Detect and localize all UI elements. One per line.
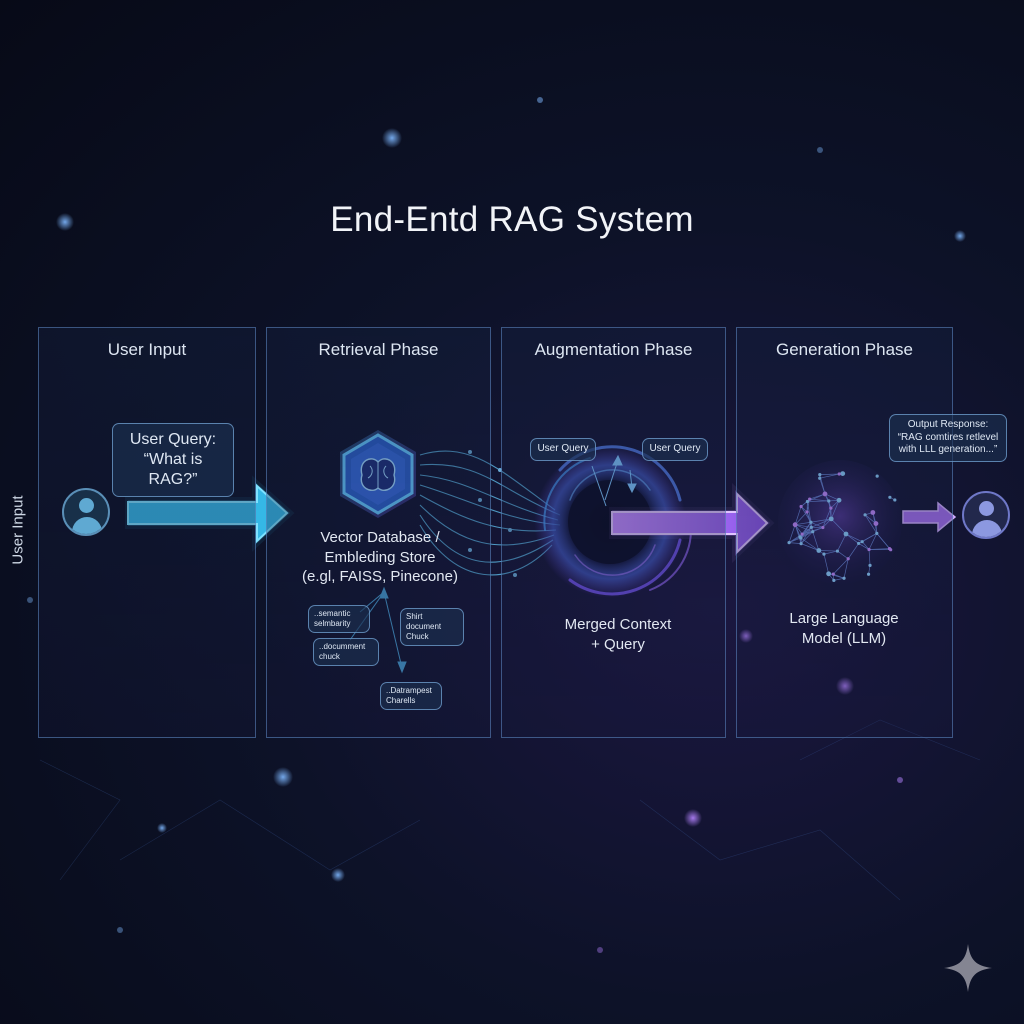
chunk-line: Charells — [386, 696, 416, 705]
diagram-title: End-Entd RAG System — [330, 200, 694, 239]
chunk-relevant-channels: ..Datrampest Charells — [380, 682, 442, 710]
vector-db-line3: (e.gl, FAISS, Pinecone) — [302, 568, 458, 585]
output-user-avatar-icon — [962, 491, 1010, 539]
chunk-document-chunk: ..documment chuck — [313, 638, 379, 666]
chunk-line: chuck — [319, 652, 340, 661]
panel-title-generation: Generation Phase — [775, 340, 914, 359]
chunk-line: ..semantic — [314, 609, 351, 618]
panel-generation — [736, 327, 953, 738]
chunk-semantic-similarity: ..semantic selmbarity — [308, 605, 370, 633]
side-user-input-label: User Input — [9, 495, 27, 565]
panel-augmentation — [501, 327, 726, 738]
output-label: Output Response: — [907, 419, 989, 430]
panel-title-user-input: User Input — [107, 340, 187, 359]
chunk-line: ..Datrampest — [386, 686, 432, 695]
merged-line2: + Query — [591, 635, 645, 653]
vector-db-caption: Vector Database / Embleding Store (e.gl,… — [290, 528, 470, 587]
llm-line1: Large Language — [789, 610, 899, 627]
panel-title-augmentation: Augmentation Phase — [534, 340, 693, 359]
user-avatar-icon — [62, 488, 110, 536]
output-response-bubble: Output Response: “RAG comtires retlevel … — [889, 414, 1007, 462]
user-query-text: “What is RAG?” — [143, 451, 203, 488]
chunk-line: selmbarity — [314, 619, 351, 628]
vector-db-line1: Vector Database / — [320, 529, 440, 546]
output-text-line2: “RAG comtires retlevel — [897, 431, 999, 443]
sparkle-icon — [944, 944, 992, 992]
user-query-label: User Query: — [129, 431, 217, 448]
vector-db-line2: Embleding Store — [324, 548, 436, 566]
output-text-line3: with LLL generation...” — [898, 444, 998, 455]
panel-user-input — [38, 327, 256, 738]
merged-context-caption: Merged Context + Query — [528, 615, 708, 654]
panel-title-retrieval: Retrieval Phase — [318, 340, 439, 359]
user-query-bubble: User Query: “What is RAG?” — [112, 423, 234, 497]
augmentation-user-query-right: User Query — [642, 438, 708, 461]
merged-line1: Merged Context — [564, 616, 672, 633]
chunk-line: Shirt document — [406, 612, 442, 631]
llm-caption: Large Language Model (LLM) — [754, 609, 934, 648]
augmentation-user-query-left: User Query — [530, 438, 596, 461]
chunk-line: ..documment — [319, 642, 366, 651]
chunk-line: Chuck — [406, 632, 429, 641]
llm-line2: Model (LLM) — [801, 629, 887, 647]
chunk-short-document: Shirt document Chuck — [400, 608, 464, 646]
